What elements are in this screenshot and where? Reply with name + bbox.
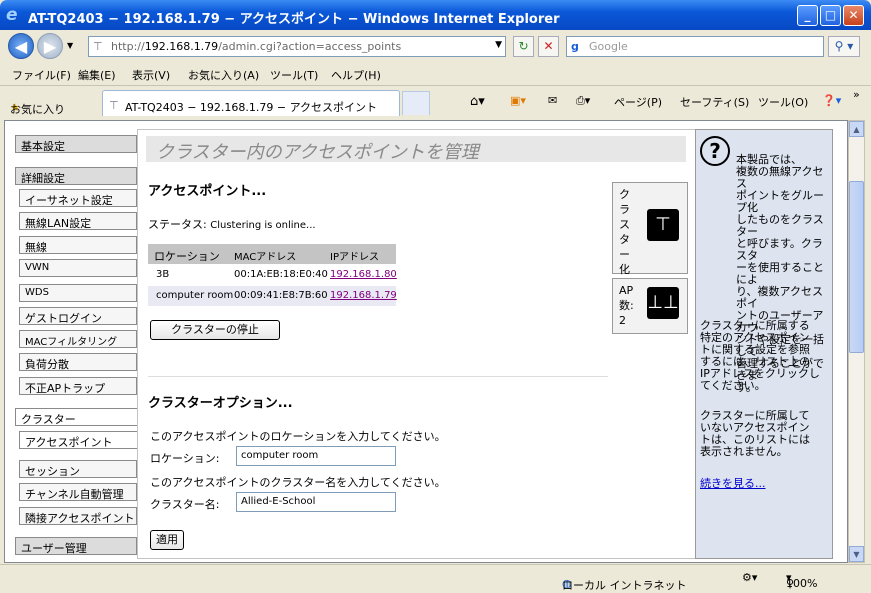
favorites-bar: ★ お気に入り ⊤ AT-TQ2403 − 192.168.1.79 − アクセ… xyxy=(0,86,871,118)
stop-cluster-button[interactable]: クラスターの停止 xyxy=(150,320,280,340)
status-bar: ◍ ローカル イントラネット ⚙▾ ⚲ 100% ▾ xyxy=(0,564,871,592)
sidebar-item-advanced[interactable]: 詳細設定 xyxy=(15,167,137,185)
tab-title: AT-TQ2403 − 192.168.1.79 − アクセスポイント xyxy=(125,101,378,114)
menu-bar: ファイル(F) 編集(E) 表示(V) お気に入り(A) ツール(T) ヘルプ(… xyxy=(0,62,871,86)
options-heading: クラスターオプション... xyxy=(148,396,293,411)
google-icon: g xyxy=(571,40,579,53)
print-icon[interactable]: ⎙▾ xyxy=(576,94,590,108)
search-icon[interactable]: ⚲ ▾ xyxy=(828,36,860,57)
menu-view[interactable]: 表示(V) xyxy=(132,67,170,83)
scroll-down-icon[interactable]: ▼ xyxy=(849,546,864,562)
multiple-ap-icon: ⊥⊥ xyxy=(647,287,679,319)
tab-page-icon: ⊤ xyxy=(109,99,119,112)
cluster-name-instruction: このアクセスポイントのクラスター名を入力してください。 xyxy=(150,476,446,489)
sidebar-item-users[interactable]: ユーザー管理 xyxy=(15,537,137,555)
mail-icon[interactable]: ✉ xyxy=(548,94,557,107)
sidebar-item-load[interactable]: 負荷分散 xyxy=(19,353,137,371)
page-menu[interactable]: ページ(P) xyxy=(614,94,662,110)
tools-menu[interactable]: ツール(O) xyxy=(758,94,808,110)
url-text: http://192.168.1.79/admin.cgi?action=acc… xyxy=(111,40,402,53)
page-title: クラスター内のアクセスポイントを管理 xyxy=(146,136,686,163)
refresh-icon[interactable]: ↻ xyxy=(513,36,534,57)
new-tab-button[interactable] xyxy=(402,91,430,115)
help-text-3: クラスターに所属して いないアクセスポイン トは、このリストには 表示されません… xyxy=(700,409,810,458)
sidebar-item-session[interactable]: セッション xyxy=(19,460,137,478)
sidebar-item-mac[interactable]: MACフィルタリング xyxy=(19,330,137,348)
sidebar-item-cluster[interactable]: クラスター xyxy=(15,408,137,426)
ip-link[interactable]: 192.168.1.80 xyxy=(330,269,397,280)
cluster-card: クラスター化 ⊤ xyxy=(612,182,688,276)
sidebar-item-wlan[interactable]: 無線LAN設定 xyxy=(19,212,137,230)
help-icon[interactable]: ❓▾ xyxy=(822,94,841,107)
help-panel: ? 本製品では、 複数の無線アクセス ポイントをグループ化 したものをクラスター… xyxy=(695,129,833,559)
cluster-card-label: クラスター化 xyxy=(619,188,630,276)
col-mac: MACアドレス xyxy=(234,252,297,263)
forward-button[interactable]: ▶ xyxy=(37,33,63,59)
col-ip: IPアドレス xyxy=(330,252,379,263)
cluster-name-label: クラスター名: xyxy=(150,498,220,511)
sidebar-item-rogue[interactable]: 不正APトラップ xyxy=(19,377,137,395)
safety-menu[interactable]: セーフティ(S) xyxy=(680,94,749,110)
sidebar-item-neighbor[interactable]: 隣接アクセスポイント xyxy=(19,507,137,525)
location-input[interactable]: computer room xyxy=(236,446,396,466)
location-instruction: このアクセスポイントのロケーションを入力してください。 xyxy=(150,430,446,443)
navigation-bar: ◀ ▶ ▼ ⊤ http://192.168.1.79/admin.cgi?ac… xyxy=(0,30,871,62)
main-content: クラスター内のアクセスポイントを管理 アクセスポイント... ステータス: Cl… xyxy=(137,129,695,559)
window-title: AT-TQ2403 − 192.168.1.79 − アクセスポイント − Wi… xyxy=(28,12,560,27)
ie-logo-icon: e xyxy=(6,5,18,25)
col-location: ロケーション xyxy=(154,250,220,263)
sidebar-item-channel[interactable]: チャンネル自動管理 xyxy=(19,483,137,501)
ap-heading: アクセスポイント... xyxy=(148,184,267,199)
menu-help[interactable]: ヘルプ(H) xyxy=(331,67,381,83)
menu-favorites[interactable]: お気に入り(A) xyxy=(188,67,259,83)
protected-mode-icon[interactable]: ⚙▾ xyxy=(742,571,757,584)
ap-count-label: AP数: 2 xyxy=(619,284,634,327)
sidebar-item-wds[interactable]: WDS xyxy=(19,284,137,302)
page-icon: ⊤ xyxy=(93,40,103,53)
scroll-thumb[interactable] xyxy=(849,181,864,353)
menu-tools[interactable]: ツール(T) xyxy=(270,67,318,83)
ap-count-card: AP数: 2 ⊥⊥ xyxy=(612,278,688,334)
help-text-2: クラスターに所属する 特定のアクセスポイン トに関する設定を参照 するには、リス… xyxy=(700,319,820,392)
address-bar[interactable]: ⊤ http://192.168.1.79/admin.cgi?action=a… xyxy=(88,36,506,57)
search-placeholder: Google xyxy=(589,40,628,53)
feeds-icon[interactable]: ▣▾ xyxy=(510,94,526,107)
sidebar-item-basic[interactable]: 基本設定 xyxy=(15,135,137,153)
search-input[interactable]: g Google xyxy=(566,36,824,57)
ap-table: ロケーション MACアドレス IPアドレス 3B 00:1A:EB:18:E0:… xyxy=(148,244,397,306)
sidebar-item-ethernet[interactable]: イーサネット設定 xyxy=(19,189,137,207)
web-page: 基本設定 詳細設定 イーサネット設定 無線LAN設定 無線 VWN WDS ゲス… xyxy=(4,120,848,563)
table-row: 3B 00:1A:EB:18:E0:40 192.168.1.80 xyxy=(156,269,397,280)
history-dropdown-icon[interactable]: ▼ xyxy=(67,41,73,50)
status-text: ステータス: Clustering is online... xyxy=(148,218,316,231)
menu-edit[interactable]: 編集(E) xyxy=(78,67,116,83)
ip-link[interactable]: 192.168.1.79 xyxy=(330,290,397,301)
stop-icon[interactable]: ✕ xyxy=(538,36,559,57)
zoom-control[interactable]: ⚲ 100% ▾ xyxy=(786,571,817,590)
location-label: ロケーション: xyxy=(150,452,220,465)
maximize-button[interactable]: □ xyxy=(820,5,841,26)
address-dropdown-icon[interactable]: ▼ xyxy=(495,40,502,50)
apply-button[interactable]: 適用 xyxy=(150,530,184,550)
sidebar-item-wireless[interactable]: 無線 xyxy=(19,236,137,254)
home-icon[interactable]: ⌂▾ xyxy=(470,94,485,109)
table-row: computer room 00:09:41:E8:7B:60 192.168.… xyxy=(148,286,397,306)
scroll-up-icon[interactable]: ▲ xyxy=(849,121,864,137)
table-header: ロケーション MACアドレス IPアドレス xyxy=(148,244,396,264)
minimize-button[interactable]: _ xyxy=(797,5,818,26)
more-link[interactable]: 続きを見る... xyxy=(700,477,766,490)
tab-current[interactable]: ⊤ AT-TQ2403 − 192.168.1.79 − アクセスポイント xyxy=(102,90,400,116)
vertical-scrollbar[interactable]: ▲ ▼ xyxy=(848,120,865,563)
sidebar-item-access-point[interactable]: アクセスポイント xyxy=(19,431,137,449)
chevron-icon[interactable]: » xyxy=(853,88,860,101)
menu-file[interactable]: ファイル(F) xyxy=(12,67,71,83)
title-bar: e AT-TQ2403 − 192.168.1.79 − アクセスポイント − … xyxy=(0,0,871,30)
wireless-tower-icon: ⊤ xyxy=(647,209,679,241)
sidebar-item-vwn[interactable]: VWN xyxy=(19,259,137,277)
back-button[interactable]: ◀ xyxy=(8,33,34,59)
cluster-name-input[interactable]: Allied-E-School xyxy=(236,492,396,512)
close-button[interactable]: ✕ xyxy=(843,5,864,26)
sidebar-item-guest[interactable]: ゲストログイン xyxy=(19,307,137,325)
section-divider xyxy=(148,376,608,377)
